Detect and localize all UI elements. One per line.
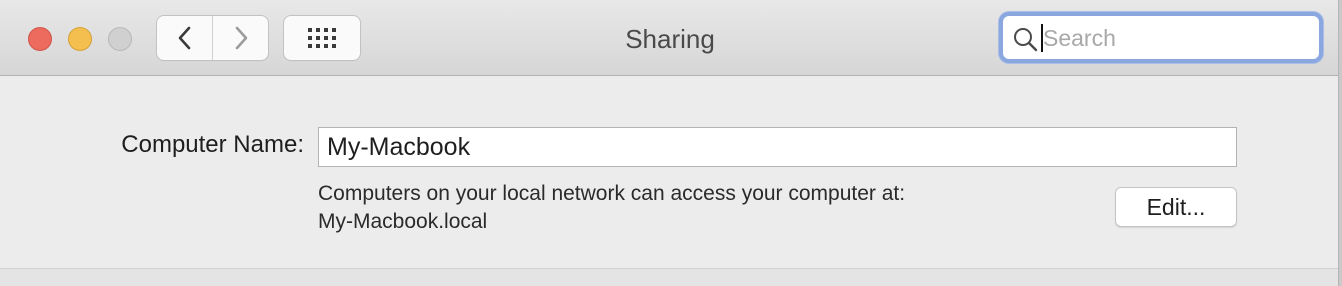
search-field[interactable] [999, 12, 1323, 63]
close-window-button[interactable] [28, 27, 52, 51]
show-all-button[interactable] [284, 16, 360, 60]
back-forward-group [157, 16, 268, 60]
grid-icon [308, 28, 336, 48]
local-network-info-text: Computers on your local network can acce… [318, 182, 906, 205]
services-panel-edge [0, 269, 1338, 286]
edit-button[interactable]: Edit... [1115, 187, 1237, 227]
toolbar: Sharing [0, 0, 1338, 76]
search-input[interactable] [1043, 22, 1313, 54]
sharing-window: Sharing Computer Name: Computers on your… [0, 0, 1339, 286]
local-hostname: My-Macbook.local [318, 210, 488, 233]
search-icon [1014, 28, 1038, 52]
forward-button[interactable] [212, 16, 268, 60]
computer-name-label: Computer Name: [121, 131, 304, 158]
chevron-left-icon [178, 26, 190, 50]
computer-name-field[interactable] [318, 127, 1237, 167]
back-button[interactable] [157, 16, 212, 60]
minimize-window-button[interactable] [68, 27, 92, 51]
zoom-window-button[interactable] [108, 27, 132, 51]
chevron-right-icon [235, 26, 247, 50]
window-title: Sharing [625, 24, 715, 54]
local-network-info: Computers on your local network can acce… [318, 180, 905, 236]
